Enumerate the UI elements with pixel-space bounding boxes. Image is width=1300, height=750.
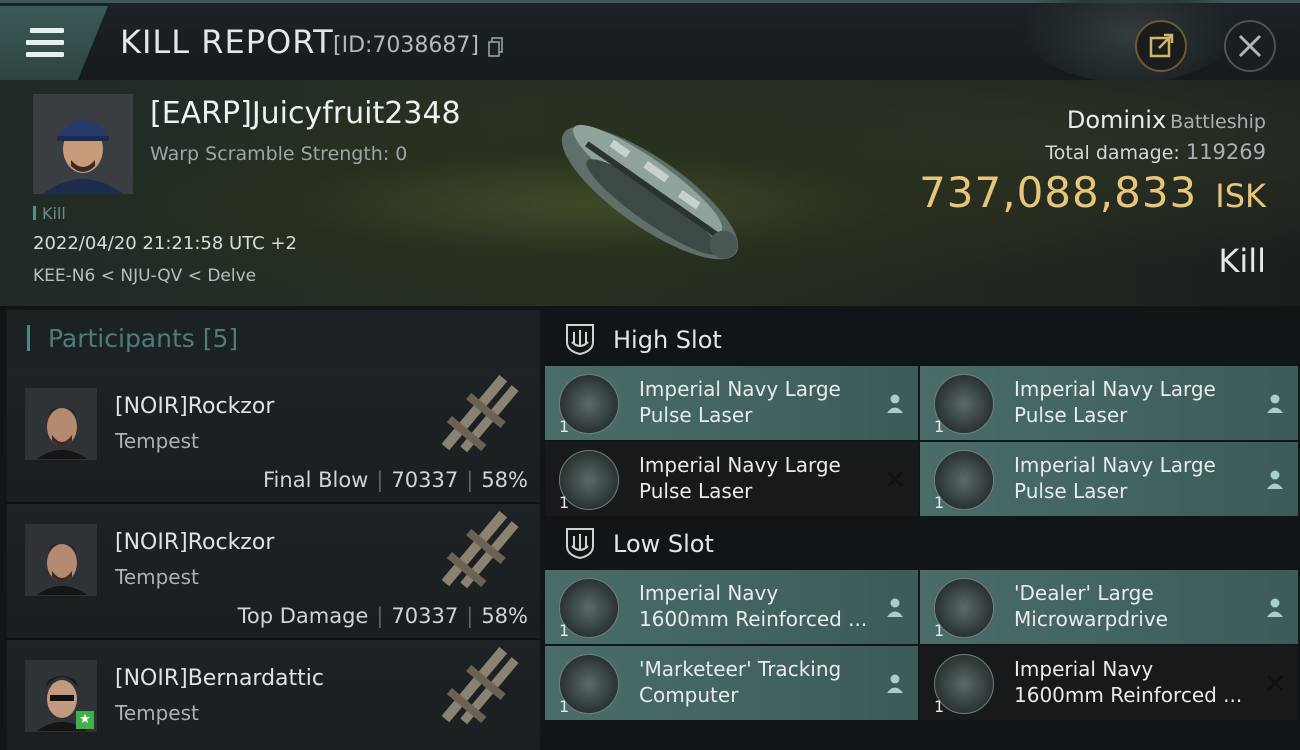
share-button[interactable] [1135,20,1187,72]
module-item[interactable]: 1 'Marketeer' Tracking Computer [545,646,918,720]
participant-ship: Tempest [115,429,199,453]
low-slot-grid: 1 Imperial Navy 1600mm Reinforced ... 1 … [545,570,1298,722]
low-slot-header: Low Slot [545,522,1298,570]
module-item[interactable]: 1 Imperial Navy Large Pulse Laser [545,366,918,440]
module-item[interactable]: 1 Imperial Navy Large Pulse Laser [920,442,1298,516]
participant-stats: Final Blow | 70337 | 58% [263,468,528,492]
planet-backdrop [1020,0,1240,83]
participant-stats: Top Damage | 70337 | 58% [237,604,528,628]
star-badge-icon: ★ [76,711,94,729]
person-icon [1267,470,1283,489]
person-icon [887,674,903,693]
low-slot-icon [566,528,594,560]
kill-result: Kill [1218,242,1266,280]
participant-name[interactable]: [NOIR]Bernardattic [115,666,324,691]
kill-timestamp: 2022/04/20 21:21:58 UTC +2 [33,233,297,254]
victim-name[interactable]: [EARP]Juicyfruit2348 [150,96,461,131]
participant-ship-image[interactable] [427,646,537,736]
fitting-panel: High Slot 1 Imperial Navy Large Pulse La… [545,318,1298,750]
ship-type[interactable]: Dominix Battleship [1067,106,1266,134]
participant-percent: 58% [481,468,528,492]
header-bar: KILL REPORT [ID:7038687] [0,0,1300,83]
victim-avatar[interactable] [33,94,133,194]
module-name: Imperial Navy Large Pulse Laser [1014,377,1216,427]
participant-row[interactable]: ★ [NOIR]Bernardattic Tempest [7,640,540,750]
module-qty: 1 [559,697,570,716]
module-name: Imperial Navy Large Pulse Laser [1014,453,1216,503]
x-icon [1267,675,1283,691]
module-item[interactable]: 1 Imperial Navy 1600mm Reinforced ... [545,570,918,644]
module-name: Imperial Navy Large Pulse Laser [639,453,841,503]
report-id: [ID:7038687] [333,33,479,58]
ship-name: Dominix [1066,106,1167,134]
participant-row[interactable]: [NOIR]Rockzor Tempest Top Damage | 70337 | 5… [7,504,540,640]
participant-damage: 70337 [391,468,459,492]
participant-role: Top Damage [237,604,369,628]
module-qty: 1 [934,621,945,640]
person-icon [887,394,903,413]
participants-count: [5] [202,324,239,353]
participant-name[interactable]: [NOIR]Rockzor [115,530,274,555]
kill-tag: Kill [33,204,66,223]
isk-amount: 737,088,833 [919,168,1198,217]
participant-role: Final Blow [263,468,369,492]
participant-damage: 70337 [391,604,459,628]
share-icon [1149,33,1174,58]
participant-avatar[interactable]: ★ [25,660,97,732]
close-icon [1238,34,1262,58]
participant-ship: Tempest [115,565,199,589]
high-slot-header: High Slot [545,318,1298,366]
low-slot-title: Low Slot [613,530,714,558]
module-item[interactable]: 1 Imperial Navy Large Pulse Laser [920,366,1298,440]
person-icon [1267,394,1283,413]
total-damage: Total damage: 119269 [1045,140,1266,164]
isk-value: 737,088,833 ISK [919,168,1266,217]
kill-location[interactable]: KEE-N6 < NJU-QV < Delve [33,266,256,286]
module-qty: 1 [559,493,570,512]
module-qty: 1 [934,417,945,436]
module-name: 'Dealer' Large Microwarpdrive [1014,581,1168,631]
participant-percent: 58% [481,604,528,628]
warp-scramble-strength: Warp Scramble Strength: 0 [150,143,408,165]
page-title: KILL REPORT [120,23,334,61]
module-qty: 1 [934,697,945,716]
isk-unit: ISK [1215,177,1266,215]
module-name: Imperial Navy Large Pulse Laser [639,377,841,427]
high-slot-icon [566,324,594,356]
ship-image[interactable] [530,98,770,288]
module-name: Imperial Navy 1600mm Reinforced ... [1014,657,1243,707]
total-damage-label: Total damage: [1045,142,1180,164]
copy-icon[interactable] [488,37,504,57]
participant-avatar[interactable] [25,388,97,460]
high-slot-grid: 1 Imperial Navy Large Pulse Laser 1 Impe… [545,366,1298,518]
ship-class: Battleship [1170,111,1266,133]
hamburger-menu-icon [26,28,64,58]
participant-row[interactable]: [NOIR]Rockzor Tempest Final Blow | 70337 | 5… [7,368,540,504]
total-damage-value: 119269 [1185,140,1266,164]
person-icon [1267,598,1283,617]
module-item[interactable]: 1 Imperial Navy Large Pulse Laser [545,442,918,516]
module-qty: 1 [559,417,570,436]
participant-ship-image[interactable] [427,510,537,600]
close-button[interactable] [1224,20,1276,72]
participant-name[interactable]: [NOIR]Rockzor [115,394,274,419]
participants-label: Participants [47,324,195,353]
module-name: Imperial Navy 1600mm Reinforced ... [639,581,868,631]
module-item[interactable]: 1 Imperial Navy 1600mm Reinforced ... [920,646,1298,720]
participants-panel: Participants [5] [NOIR]Rockzor Tempest F… [7,310,540,750]
person-icon [887,598,903,617]
menu-button[interactable] [0,6,108,80]
module-qty: 1 [934,493,945,512]
high-slot-title: High Slot [613,326,722,354]
module-qty: 1 [559,621,570,640]
module-name: 'Marketeer' Tracking Computer [639,657,842,707]
victim-banner: [EARP]Juicyfruit2348 Warp Scramble Stren… [0,80,1300,306]
participants-header: Participants [5] [7,310,540,368]
participant-ship: Tempest [115,701,199,725]
participant-avatar[interactable] [25,524,97,596]
x-icon [887,471,903,487]
module-item[interactable]: 1 'Dealer' Large Microwarpdrive [920,570,1298,644]
portrait-image [33,94,133,194]
participant-ship-image[interactable] [427,374,537,464]
